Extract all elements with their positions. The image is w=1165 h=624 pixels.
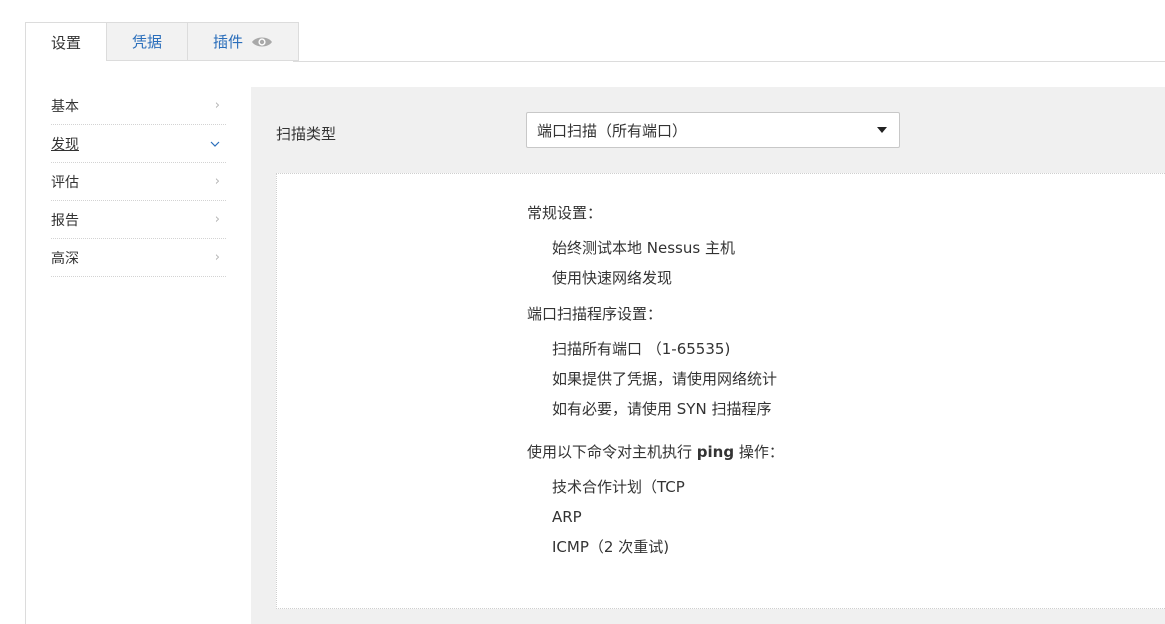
sidebar-item-label: 发现 xyxy=(51,136,79,153)
ping-title-keyword: ping xyxy=(696,443,735,461)
port-scanner-settings-title: 端口扫描程序设置： xyxy=(527,305,663,323)
settings-summary-panel: 常规设置： 始终测试本地 Nessus 主机 使用快速网络发现 端口扫描程序设置… xyxy=(276,173,1165,609)
tab-bar: 设置 凭据 插件 xyxy=(25,22,300,62)
sidebar: 基本 › 发现 评估 › 报告 › 高深 › xyxy=(51,87,226,277)
sidebar-item-basic[interactable]: 基本 › xyxy=(51,87,226,125)
scan-type-select[interactable]: 端口扫描（所有端口） xyxy=(526,112,900,148)
sidebar-item-label: 报告 xyxy=(51,212,79,229)
tab-settings-label: 设置 xyxy=(51,33,82,52)
tab-credentials-label: 凭据 xyxy=(132,33,163,51)
settings-summary: 常规设置： 始终测试本地 Nessus 主机 使用快速网络发现 端口扫描程序设置… xyxy=(527,202,784,562)
tab-settings[interactable]: 设置 xyxy=(25,22,107,62)
eye-icon[interactable] xyxy=(251,35,273,49)
port-scanner-setting-item: 如果提供了凭据，请使用网络统计 xyxy=(552,370,778,388)
general-setting-item: 使用快速网络发现 xyxy=(552,269,673,287)
general-settings-title: 常规设置： xyxy=(527,204,603,222)
ping-method-item: ICMP（2 次重试) xyxy=(552,538,670,556)
tab-plugins[interactable]: 插件 xyxy=(187,22,300,61)
main-panel: 扫描类型 端口扫描（所有端口） 常规设置： 始终测试本地 Nessus 主机 使… xyxy=(251,87,1165,624)
tab-divider xyxy=(293,61,1165,62)
chevron-right-icon: › xyxy=(214,174,220,189)
ping-method-item: 技术合作计划（TCP xyxy=(552,478,685,496)
chevron-right-icon: › xyxy=(214,250,220,265)
sidebar-item-advanced[interactable]: 高深 › xyxy=(51,239,226,277)
chevron-right-icon: › xyxy=(214,98,220,113)
scan-type-value: 端口扫描（所有端口） xyxy=(537,121,688,140)
tab-credentials[interactable]: 凭据 xyxy=(106,22,188,61)
sidebar-item-label: 基本 xyxy=(51,98,79,115)
chevron-down-icon xyxy=(210,136,220,151)
content-left-border xyxy=(25,61,26,624)
scan-type-label: 扫描类型 xyxy=(276,125,337,143)
port-scanner-setting-item: 扫描所有端口 （1-65535) xyxy=(552,340,731,358)
general-setting-item: 始终测试本地 Nessus 主机 xyxy=(552,239,735,257)
ping-methods-title: 使用以下命令对主机执行 ping 操作： xyxy=(527,441,784,463)
ping-title-suffix: 操作： xyxy=(734,443,784,461)
sidebar-item-label: 高深 xyxy=(51,250,79,267)
caret-down-icon xyxy=(877,127,887,133)
port-scanner-setting-item: 如有必要，请使用 SYN 扫描程序 xyxy=(552,400,772,418)
sidebar-item-report[interactable]: 报告 › xyxy=(51,201,226,239)
sidebar-item-discovery[interactable]: 发现 xyxy=(51,125,226,163)
sidebar-item-assessment[interactable]: 评估 › xyxy=(51,163,226,201)
tab-plugins-label: 插件 xyxy=(213,33,244,51)
sidebar-item-label: 评估 xyxy=(51,174,79,191)
chevron-right-icon: › xyxy=(214,212,220,227)
ping-title-prefix: 使用以下命令对主机执行 xyxy=(527,443,697,461)
ping-method-item: ARP xyxy=(552,508,582,526)
